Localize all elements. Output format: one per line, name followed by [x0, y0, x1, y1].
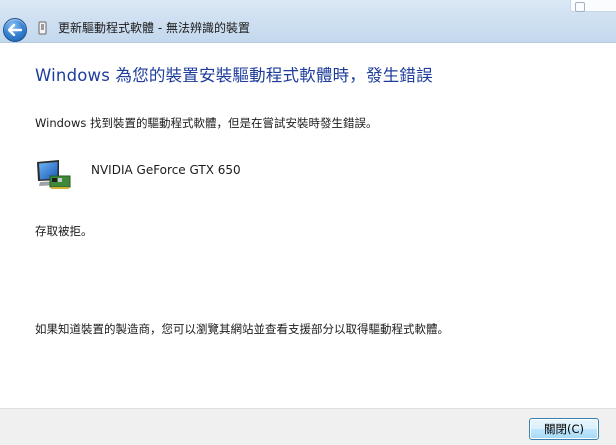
- back-arrow-icon: [8, 24, 22, 36]
- hint-text: 如果知道裝置的製造商，您可以瀏覽其網站並查看支援部分以取得驅動程式軟體。: [35, 322, 449, 336]
- device-icon: [38, 21, 47, 35]
- close-button[interactable]: 關閉(C): [529, 418, 599, 440]
- monitor-graphics-card-icon: [37, 160, 71, 189]
- window-title: 更新驅動程式軟體 - 無法辨識的裝置: [58, 21, 250, 35]
- page-heading: Windows 為您的裝置安裝驅動程式軟體時，發生錯誤: [35, 66, 433, 85]
- window-corner-control[interactable]: [570, 0, 616, 12]
- back-button[interactable]: [3, 18, 27, 42]
- description-text: Windows 找到裝置的驅動程式軟體，但是在嘗試安裝時發生錯誤。: [35, 116, 378, 130]
- device-name: NVIDIA GeForce GTX 650: [91, 163, 241, 177]
- error-message: 存取被拒。: [35, 224, 93, 238]
- footer-bar: 關閉(C): [0, 408, 616, 445]
- title-bar: 更新驅動程式軟體 - 無法辨識的裝置: [0, 0, 616, 43]
